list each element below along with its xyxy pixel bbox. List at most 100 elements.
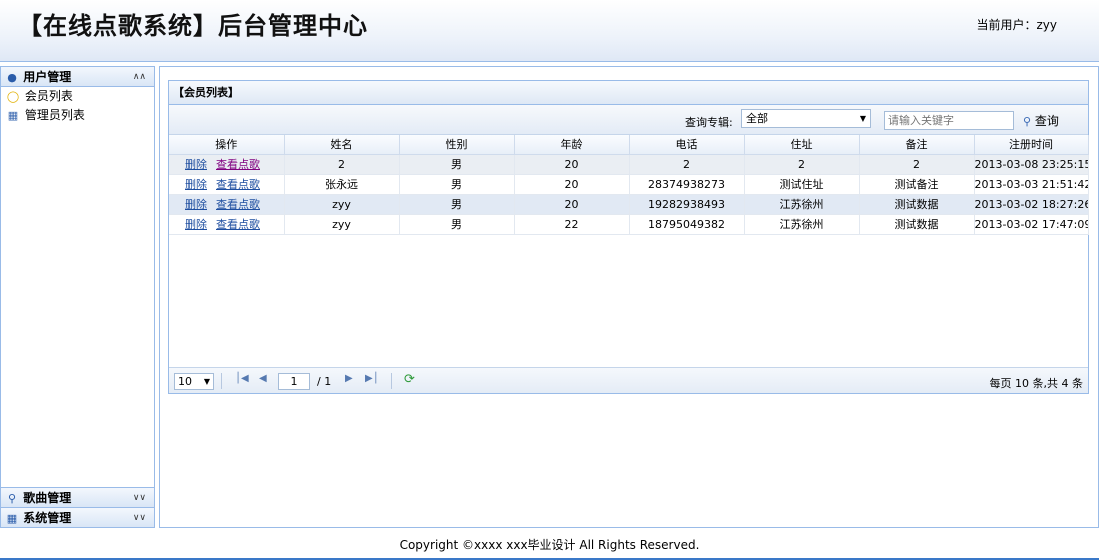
grid-title: 【会员列表】 [169, 81, 1088, 105]
sidebar-section-system-management[interactable]: ▦ 系统管理 ∨∨ [1, 507, 154, 527]
cell-gender: 男 [399, 194, 515, 215]
main-panel: 【会员列表】 查询专辑: 全部 ▼ ⚲ 查询 操作 姓名 性别 [159, 66, 1099, 528]
sidebar: ● 用户管理 ∧∧ ◯ 会员列表 ▦ 管理员列表 ⚲ 歌曲管理 ∨∨ ▦ 系统管… [0, 66, 155, 528]
table-icon: ▦ [6, 512, 18, 525]
delete-link[interactable]: 删除 [185, 218, 207, 231]
sidebar-item-member-list[interactable]: ◯ 会员列表 [1, 87, 154, 106]
collapse-icon[interactable]: ∧∧ [133, 67, 146, 87]
cell-phone: 28374938273 [629, 174, 745, 195]
cell-registered: 2013-03-03 21:51:42 [974, 174, 1089, 195]
cell-phone: 19282938493 [629, 194, 745, 215]
lightbulb-icon: ◯ [6, 90, 20, 103]
delete-link[interactable]: 删除 [185, 158, 207, 171]
cell-gender: 男 [399, 214, 515, 235]
table-row[interactable]: 删除 查看点歌 zyy 男 22 18795049382 江苏徐州 测试数据 20… [169, 214, 1089, 235]
app-header: 【在线点歌系统】后台管理中心 当前用户：zyy [0, 0, 1099, 62]
cell-age: 20 [514, 174, 630, 195]
delete-link[interactable]: 删除 [185, 178, 207, 191]
column-header-phone[interactable]: 电话 [629, 135, 745, 155]
cell-name: zyy [284, 214, 400, 235]
view-songs-link[interactable]: 查看点歌 [216, 198, 260, 211]
sidebar-item-label: 管理员列表 [24, 108, 85, 122]
pager-separator [391, 373, 392, 389]
table-row[interactable]: 删除 查看点歌 2 男 20 2 2 2 2013-03-08 23:25:15 [169, 154, 1089, 175]
search-icon: ⚲ [7, 492, 17, 505]
total-pages: / 1 [317, 375, 332, 388]
sidebar-collapsed-sections: ⚲ 歌曲管理 ∨∨ ▦ 系统管理 ∨∨ [1, 487, 154, 527]
cell-remark: 测试数据 [859, 194, 975, 215]
view-songs-link[interactable]: 查看点歌 [216, 178, 260, 191]
view-songs-link[interactable]: 查看点歌 [216, 218, 260, 231]
current-user: 当前用户：zyy [976, 16, 1057, 33]
sidebar-item-admin-list[interactable]: ▦ 管理员列表 [1, 106, 154, 125]
sidebar-section-body: ◯ 会员列表 ▦ 管理员列表 [1, 87, 154, 487]
expand-icon[interactable]: ∨∨ [133, 508, 146, 528]
column-header-age[interactable]: 年龄 [514, 135, 630, 155]
member-grid: 【会员列表】 查询专辑: 全部 ▼ ⚲ 查询 操作 姓名 性别 [168, 80, 1089, 394]
table-row[interactable]: 删除 查看点歌 zyy 男 20 19282938493 江苏徐州 测试数据 20… [169, 194, 1089, 215]
cell-remark: 2 [859, 154, 975, 175]
cell-registered: 2013-03-08 23:25:15 [974, 154, 1089, 175]
cell-name: 2 [284, 154, 400, 175]
copyright-text: Copyright ©xxxx xxx毕业设计 All Rights Reser… [399, 538, 700, 552]
view-songs-link[interactable]: 查看点歌 [216, 158, 260, 171]
next-page-icon[interactable]: ▶ [345, 373, 353, 384]
sidebar-section-title: 用户管理 [23, 70, 72, 84]
cell-phone: 2 [629, 154, 745, 175]
album-filter-label: 查询专辑: [685, 116, 733, 129]
prev-page-icon[interactable]: ◀ [259, 373, 267, 384]
keyword-input[interactable] [884, 111, 1014, 130]
pager-separator [221, 373, 222, 389]
sidebar-item-label: 会员列表 [24, 89, 73, 103]
cell-address: 江苏徐州 [744, 214, 860, 235]
pager-info: 每页 10 条,共 4 条 [989, 377, 1083, 390]
column-header-registered[interactable]: 注册时间 [974, 135, 1089, 155]
cell-remark: 测试数据 [859, 214, 975, 235]
search-button-label: 查询 [1034, 114, 1059, 128]
dropdown-arrow-icon: ▼ [203, 377, 210, 386]
table-header-row: 操作 姓名 性别 年龄 电话 住址 备注 注册时间 [169, 135, 1089, 155]
current-user-name: zyy [1036, 18, 1057, 32]
table-row[interactable]: 删除 查看点歌 张永远 男 20 28374938273 测试住址 测试备注 20… [169, 174, 1089, 195]
cell-registered: 2013-03-02 18:27:26 [974, 194, 1089, 215]
row-actions: 删除 查看点歌 [169, 154, 285, 175]
current-user-label: 当前用户： [976, 18, 1037, 32]
user-icon: ● [7, 71, 17, 84]
page-size-select[interactable]: 10 ▼ [174, 373, 214, 390]
cell-registered: 2013-03-02 17:47:09 [974, 214, 1089, 235]
search-button[interactable]: ⚲ 查询 [1023, 112, 1059, 129]
album-filter-value: 全部 [746, 112, 768, 125]
cell-phone: 18795049382 [629, 214, 745, 235]
cell-age: 20 [514, 154, 630, 175]
column-header-gender[interactable]: 性别 [399, 135, 515, 155]
cell-address: 测试住址 [744, 174, 860, 195]
sidebar-section-title: 歌曲管理 [23, 491, 72, 505]
pagination-bar: 10 ▼ │◀ ◀ / 1 ▶ ▶│ ⟳ 每页 10 条,共 4 条 [169, 367, 1088, 393]
cell-name: zyy [284, 194, 400, 215]
table-icon: ▦ [7, 109, 19, 122]
column-header-remark[interactable]: 备注 [859, 135, 975, 155]
dropdown-arrow-icon: ▼ [859, 114, 866, 123]
expand-icon[interactable]: ∨∨ [133, 488, 146, 508]
delete-link[interactable]: 删除 [185, 198, 207, 211]
row-actions: 删除 查看点歌 [169, 174, 285, 195]
column-header-actions[interactable]: 操作 [169, 135, 285, 155]
sidebar-section-title: 系统管理 [23, 511, 72, 525]
cell-name: 张永远 [284, 174, 400, 195]
last-page-icon[interactable]: ▶│ [365, 373, 379, 384]
app-title: 【在线点歌系统】后台管理中心 [18, 11, 368, 40]
first-page-icon[interactable]: │◀ [235, 373, 249, 384]
search-icon: ⚲ [1023, 115, 1032, 128]
column-header-address[interactable]: 住址 [744, 135, 860, 155]
search-toolbar: 查询专辑: 全部 ▼ ⚲ 查询 [169, 105, 1088, 135]
footer: Copyright ©xxxx xxx毕业设计 All Rights Reser… [0, 532, 1099, 560]
album-filter-select[interactable]: 全部 ▼ [741, 109, 871, 128]
page-number-input[interactable] [278, 373, 310, 390]
sidebar-section-song-management[interactable]: ⚲ 歌曲管理 ∨∨ [1, 487, 154, 507]
column-header-name[interactable]: 姓名 [284, 135, 400, 155]
page-size-value: 10 [178, 375, 192, 388]
refresh-icon[interactable]: ⟳ [404, 372, 415, 387]
cell-address: 江苏徐州 [744, 194, 860, 215]
cell-remark: 测试备注 [859, 174, 975, 195]
sidebar-section-user-management[interactable]: ● 用户管理 ∧∧ [1, 67, 154, 87]
